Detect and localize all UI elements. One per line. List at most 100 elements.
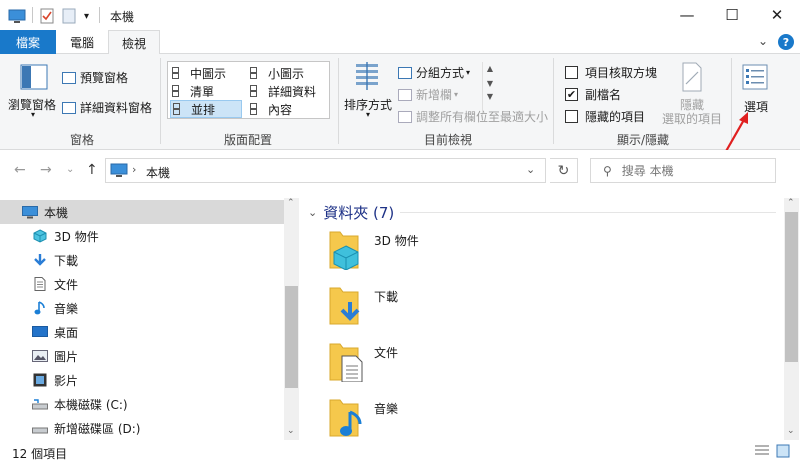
group-by-button[interactable]: 分組方式 ▾ [398, 64, 470, 81]
nav-item-pictures[interactable]: 圖片 [0, 344, 284, 368]
address-bar[interactable]: › 本機 ⌄ [105, 158, 546, 183]
breadcrumb[interactable]: 本機 [146, 164, 170, 181]
separator [160, 58, 161, 144]
nav-item-desktop[interactable]: 桌面 [0, 320, 284, 344]
checkbox[interactable] [565, 110, 578, 123]
nav-item-documents[interactable]: 文件 [0, 272, 284, 296]
nav-item-music[interactable]: 音樂 [0, 296, 284, 320]
small-icons-icon [250, 67, 264, 79]
checkbox-checked[interactable]: ✔ [565, 88, 578, 101]
ribbon: 瀏覽窗格 ▾ 預覽窗格 詳細資料窗格 窗格 中圖示 小圖示 清單 詳細資料 並排 [0, 54, 800, 150]
minimize-button[interactable]: — [664, 0, 710, 30]
nav-item-3d-objects[interactable]: 3D 物件 [0, 224, 284, 248]
chevron-down-icon[interactable]: ⌄ [287, 426, 295, 436]
hide-selected-label: 選取的項目 [662, 112, 723, 126]
nav-item-this-pc[interactable]: 本機 [0, 200, 284, 224]
desktop-icon [32, 325, 48, 339]
breadcrumb-separator-icon[interactable]: › [132, 163, 136, 176]
list-icon [172, 85, 186, 97]
group-label-layout: 版面配置 [224, 133, 273, 147]
checkbox[interactable] [565, 66, 578, 79]
details-pane-button[interactable]: 詳細資料窗格 [62, 99, 152, 116]
back-icon[interactable]: ← [14, 162, 26, 178]
separator [32, 7, 33, 23]
layout-content[interactable]: 內容 [248, 100, 326, 118]
large-icons-view-icon[interactable] [776, 444, 790, 458]
search-box[interactable]: ⚲ 搜尋 本機 [590, 158, 776, 183]
refresh-button[interactable]: ↻ [550, 158, 578, 183]
recent-locations-icon[interactable]: ⌄ [66, 164, 74, 175]
tab-view[interactable]: 檢視 [108, 30, 160, 55]
chevron-down-icon: ▾ [366, 110, 371, 119]
layout-medium-icons[interactable]: 中圖示 [170, 64, 248, 82]
layout-details[interactable]: 詳細資料 [248, 82, 326, 100]
nav-item-drive-d[interactable]: 新增磁碟區 (D:) [0, 416, 284, 440]
layout-tiles[interactable]: 並排 [170, 100, 242, 118]
group-header-folders[interactable]: ⌄ 資料夾 (7) [308, 202, 394, 223]
nav-item-drive-c[interactable]: 本機磁碟 (C:) [0, 392, 284, 416]
help-icon[interactable]: ? [778, 34, 794, 50]
nav-item-downloads[interactable]: 下載 [0, 248, 284, 272]
chevron-up-icon[interactable]: ▲ [483, 64, 497, 73]
scrollbar-thumb[interactable] [785, 212, 798, 362]
details-view-icon[interactable] [754, 444, 770, 458]
tab-computer[interactable]: 電腦 [58, 30, 106, 54]
content-scrollbar[interactable]: ⌃ ⌄ [784, 198, 799, 440]
chevron-down-icon[interactable]: ⌄ [787, 426, 795, 436]
sort-icon[interactable] [353, 62, 381, 92]
more-icon[interactable]: ▼ [483, 92, 497, 101]
chevron-down-icon[interactable]: ▼ [483, 79, 497, 88]
nav-item-videos[interactable]: 影片 [0, 368, 284, 392]
forward-icon[interactable]: → [40, 162, 52, 178]
chevron-down-icon: ▾ [466, 68, 471, 77]
content-pane: ⌄ 資料夾 (7) 3D 物件 下載 文件 音樂 [300, 198, 784, 440]
ribbon-tabs: 檔案 電腦 檢視 ⌄ ? [0, 30, 800, 55]
chevron-down-icon[interactable]: ⌄ [758, 34, 768, 48]
customize-toolbar-icon[interactable]: ▾ [84, 7, 89, 25]
music-icon [32, 301, 48, 315]
options-icon[interactable] [742, 64, 768, 90]
list-item[interactable]: 3D 物件 [328, 228, 628, 274]
search-input[interactable]: 搜尋 本機 [622, 162, 674, 179]
preview-pane-icon [62, 71, 76, 84]
list-item[interactable]: 文件 [328, 340, 628, 386]
download-folder-icon [328, 284, 364, 326]
separator [99, 7, 100, 23]
layout-gallery: 中圖示 小圖示 清單 詳細資料 並排 內容 ▲ ▼ ▼ [167, 61, 493, 119]
add-columns-button[interactable]: 新增欄 ▾ [398, 86, 458, 103]
properties-icon[interactable] [40, 7, 54, 25]
size-columns-button[interactable]: 調整所有欄位至最適大小 [398, 108, 548, 125]
chevron-up-icon[interactable]: ⌃ [787, 198, 795, 208]
separator [553, 58, 554, 144]
maximize-button[interactable]: ☐ [709, 0, 755, 30]
chevron-up-icon[interactable]: ⌃ [287, 198, 295, 208]
file-label: 音樂 [374, 402, 399, 416]
file-label: 下載 [374, 290, 399, 304]
new-folder-icon[interactable] [62, 7, 76, 25]
layout-list[interactable]: 清單 [170, 82, 248, 100]
up-icon[interactable]: ↑ [86, 162, 98, 178]
address-dropdown-icon[interactable]: ⌄ [526, 163, 535, 176]
item-checkboxes-toggle[interactable]: 項目核取方塊 [565, 64, 657, 81]
document-icon [32, 277, 48, 291]
hide-selected-icon[interactable] [680, 62, 704, 92]
chevron-down-icon: ⌄ [308, 206, 318, 219]
layout-small-icons[interactable]: 小圖示 [248, 64, 326, 82]
size-columns-icon [398, 110, 412, 123]
nav-pane-icon[interactable] [20, 64, 48, 90]
list-item[interactable]: 音樂 [328, 396, 628, 442]
tiles-icon [173, 103, 187, 115]
file-extensions-toggle[interactable]: ✔ 副檔名 [565, 86, 621, 103]
close-button[interactable]: ✕ [754, 0, 800, 30]
computer-icon [110, 163, 128, 178]
details-icon [250, 85, 264, 97]
content-icon [250, 103, 264, 115]
cube-icon [32, 229, 48, 243]
hidden-items-toggle[interactable]: 隱藏的項目 [565, 108, 645, 125]
preview-pane-button[interactable]: 預覽窗格 [62, 69, 128, 86]
scrollbar-thumb[interactable] [285, 286, 298, 388]
list-item[interactable]: 下載 [328, 284, 628, 330]
tab-file[interactable]: 檔案 [0, 30, 56, 54]
window-title: 本機 [110, 10, 135, 24]
nav-pane-scrollbar[interactable]: ⌃ ⌄ [284, 198, 299, 440]
